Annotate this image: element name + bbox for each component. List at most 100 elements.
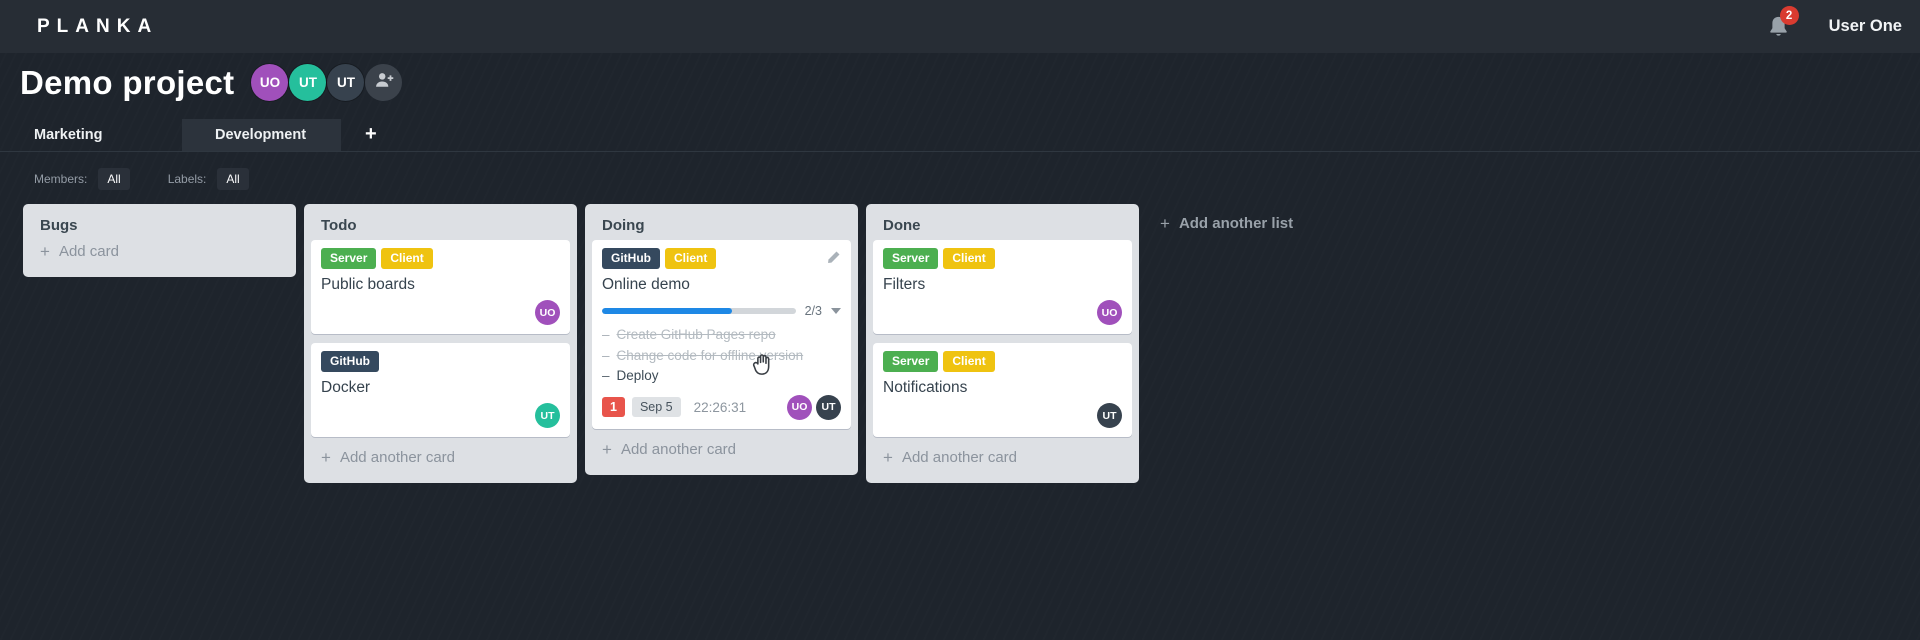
due-date-badge[interactable]: Sep 5: [631, 397, 681, 417]
plus-icon: +: [602, 439, 612, 459]
avatar: UT: [1097, 403, 1122, 428]
label-client: Client: [943, 351, 995, 372]
tab-development[interactable]: Development: [182, 119, 341, 151]
card-labels: Server Client: [883, 248, 1122, 269]
members-filter-value[interactable]: All: [98, 168, 130, 190]
card-badges: 1 Sep 5 22:26:31 UO UT: [602, 394, 841, 420]
card-title: Notifications: [883, 379, 968, 396]
list-done: Done Server Client Filters UO Server Cli…: [866, 204, 1139, 483]
avatar: UO: [787, 394, 812, 420]
edit-card-button[interactable]: [826, 250, 841, 270]
board: Bugs + Add card Todo Server Client Publi…: [0, 204, 1920, 483]
add-card-button[interactable]: + Add another card: [304, 446, 577, 480]
label-client: Client: [943, 248, 995, 269]
add-card-label: Add card: [58, 243, 119, 260]
task-text: Deploy: [616, 368, 659, 383]
project-members: UO UT UT: [251, 64, 403, 101]
add-card-button[interactable]: + Add another card: [585, 438, 858, 472]
add-card-label: Add another card: [339, 449, 456, 466]
avatar: UO: [1097, 300, 1122, 325]
avatar: UT: [535, 403, 560, 428]
card-labels: GitHub Client: [602, 248, 841, 269]
label-server: Server: [883, 351, 939, 372]
card-labels: GitHub: [321, 351, 560, 372]
app-logo[interactable]: PLANKA: [37, 16, 158, 38]
add-card-button[interactable]: + Add card: [23, 240, 296, 274]
filter-bar: Members: All Labels: All: [0, 168, 1920, 190]
user-menu[interactable]: User One: [1829, 17, 1902, 36]
task-item: – Create GitHub Pages repo: [602, 325, 841, 346]
avatar[interactable]: UT: [289, 64, 327, 101]
list-title[interactable]: Todo: [304, 204, 577, 240]
project-title[interactable]: Demo project: [20, 64, 234, 102]
tasks-progress: 2/3: [602, 304, 841, 318]
card-online-demo[interactable]: GitHub Client Online demo 2/3 – Create G…: [592, 240, 851, 429]
card-stack: Server Client Public boards UO GitHub Do…: [304, 240, 577, 437]
card-title: Online demo: [602, 276, 690, 293]
card-members: UO: [883, 300, 1122, 325]
plus-icon: +: [883, 448, 893, 467]
plus-icon: +: [321, 448, 331, 467]
notification-count-badge[interactable]: 1: [602, 397, 625, 417]
card-notifications[interactable]: Server Client Notifications UT: [873, 343, 1132, 437]
card-title: Filters: [883, 276, 926, 293]
avatar: UO: [535, 300, 560, 325]
label-github: GitHub: [321, 351, 379, 372]
pencil-icon: [826, 251, 841, 269]
avatar[interactable]: UO: [251, 64, 289, 101]
task-item: – Deploy: [602, 366, 841, 387]
add-card-label: Add another card: [901, 449, 1018, 466]
list-title[interactable]: Bugs: [23, 204, 296, 240]
card-labels: Server Client: [883, 351, 1122, 372]
notifications-badge: 2: [1779, 6, 1799, 25]
label-github: GitHub: [602, 248, 660, 269]
project-header: Demo project UO UT UT: [0, 59, 1920, 106]
top-bar: PLANKA 2 User One: [0, 0, 1920, 53]
list-todo: Todo Server Client Public boards UO GitH…: [304, 204, 577, 483]
label-client: Client: [665, 248, 717, 269]
chevron-down-icon[interactable]: [831, 308, 841, 314]
members-filter-label: Members:: [34, 172, 88, 186]
timer-badge[interactable]: 22:26:31: [694, 400, 747, 415]
label-server: Server: [321, 248, 377, 269]
card-filters[interactable]: Server Client Filters UO: [873, 240, 1132, 334]
avatar: UT: [816, 394, 841, 420]
add-board-button[interactable]: +: [357, 119, 385, 151]
labels-filter-value[interactable]: All: [217, 168, 249, 190]
card-members: UO: [321, 300, 560, 325]
task-item: – Change code for offline version: [602, 346, 841, 367]
list-doing: Doing GitHub Client Online demo 2/3 – Cr…: [585, 204, 858, 475]
list-title[interactable]: Done: [866, 204, 1139, 240]
card-stack: Server Client Filters UO Server Client N…: [866, 240, 1139, 437]
add-card-label: Add another card: [620, 440, 737, 458]
progress-bar: [602, 308, 796, 314]
plus-icon: +: [1160, 214, 1170, 233]
card-title: Public boards: [321, 276, 415, 293]
list-bugs: Bugs + Add card: [23, 204, 296, 277]
list-title[interactable]: Doing: [585, 204, 858, 240]
labels-filter-label: Labels:: [167, 172, 207, 186]
card-stack: GitHub Client Online demo 2/3 – Create G…: [585, 240, 858, 429]
add-list-button[interactable]: + Add another list: [1160, 215, 1293, 232]
progress-fraction[interactable]: 2/3: [805, 304, 822, 318]
card-members: UT: [321, 403, 560, 428]
tab-marketing[interactable]: Marketing: [0, 119, 182, 151]
card-members: UT: [883, 403, 1122, 428]
avatar[interactable]: UT: [327, 64, 365, 101]
add-card-button[interactable]: + Add another card: [866, 446, 1139, 480]
person-plus-icon: [374, 71, 394, 94]
task-text: Create GitHub Pages repo: [616, 327, 776, 342]
card-public-boards[interactable]: Server Client Public boards UO: [311, 240, 570, 334]
app-root: PLANKA 2 User One Demo project UO UT UT: [0, 0, 1920, 640]
task-dash: –: [602, 347, 610, 363]
task-dash: –: [602, 368, 610, 383]
card-title: Docker: [321, 379, 371, 396]
add-member-button[interactable]: [365, 64, 403, 101]
plus-icon: +: [40, 242, 50, 261]
label-server: Server: [883, 248, 939, 269]
notifications-button[interactable]: 2: [1768, 6, 1799, 38]
card-labels: Server Client: [321, 248, 560, 269]
task-text: Change code for offline version: [616, 347, 804, 363]
card-docker[interactable]: GitHub Docker UT: [311, 343, 570, 437]
label-client: Client: [381, 248, 433, 269]
